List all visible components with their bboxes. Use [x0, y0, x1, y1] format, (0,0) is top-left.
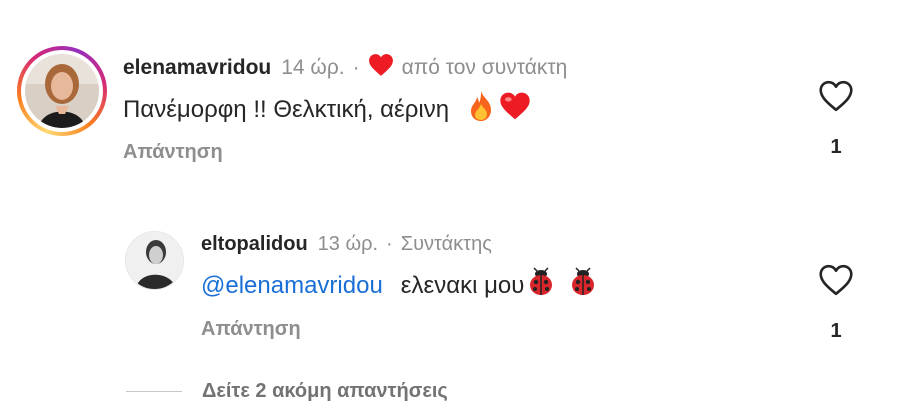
reply-meta: eltopalidou 13 ώρ. · Συντάκτης: [201, 233, 492, 256]
comment-text: Πανέμορφη !! Θελκτική, αέρινη: [123, 90, 531, 129]
like-count: 1: [830, 320, 842, 342]
comment-text: @elenamavridou ελενακι μου: [201, 267, 598, 304]
view-more-replies-label[interactable]: Δείτε 2 ακόμη απαντήσεις: [202, 380, 448, 403]
like-count: 1: [830, 136, 842, 158]
username[interactable]: eltopalidou: [201, 233, 308, 256]
fire-emoji-icon: [467, 90, 495, 129]
mention-link[interactable]: @elenamavridou: [201, 272, 383, 300]
story-ring[interactable]: [17, 46, 107, 136]
avatar[interactable]: [125, 231, 184, 290]
view-more-replies[interactable]: Δείτε 2 ακόμη απαντήσεις: [126, 380, 448, 403]
reply-button[interactable]: Απάντηση: [201, 318, 301, 341]
comment-time: 14 ώρ.: [281, 56, 345, 79]
heart-icon: [368, 53, 394, 83]
meta-separator: ·: [352, 56, 360, 79]
username[interactable]: elenamavridou: [123, 56, 271, 80]
liked-by-author-label: από τον συντάκτη: [401, 56, 568, 79]
meta-separator: ·: [386, 233, 393, 255]
like-heart-icon[interactable]: [818, 80, 854, 117]
comment-meta: elenamavridou 14 ώρ. · από τον συντάκτη: [123, 53, 567, 83]
author-role-label: Συντάκτης: [400, 233, 492, 255]
ladybug-emoji-icon: [526, 267, 556, 304]
reply-button[interactable]: Απάντηση: [123, 141, 223, 164]
comment-body: Πανέμορφη !! Θελκτική, αέρινη: [123, 95, 450, 123]
heart-emoji-icon: [499, 91, 531, 128]
divider-line: [126, 391, 182, 392]
avatar[interactable]: [25, 54, 99, 128]
like-heart-icon[interactable]: [818, 264, 854, 301]
comment-body: ελενακι μου: [400, 271, 525, 299]
comment-time: 13 ώρ.: [317, 233, 379, 255]
ladybug-emoji-icon: [568, 267, 598, 304]
